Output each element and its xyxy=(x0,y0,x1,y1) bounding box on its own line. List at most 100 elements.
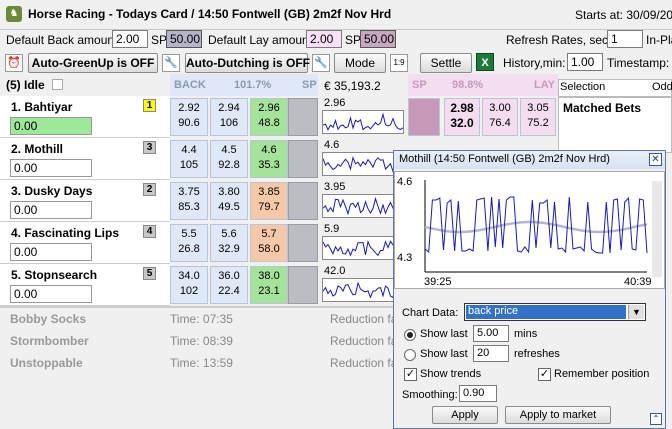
close-icon[interactable]: ✕ xyxy=(649,153,662,166)
lay-volume: 76.4 xyxy=(489,117,511,129)
back-price: 2.96 xyxy=(258,102,280,114)
price-line xyxy=(424,196,648,254)
excel-icon[interactable]: X xyxy=(476,53,494,71)
lay-price-cell[interactable]: 3.00 76.4 xyxy=(482,98,518,136)
lay-price: 3.00 xyxy=(489,102,511,114)
stake-input[interactable]: 0.00 xyxy=(10,201,92,219)
saddle-number: 5 xyxy=(143,267,156,280)
alarm-icon[interactable]: ⏰ xyxy=(5,54,23,72)
back-volume: 106 xyxy=(219,117,239,129)
nonrunner-name: Stormbomber xyxy=(10,334,89,348)
default-lay-sp-input[interactable]: 50.00 xyxy=(360,30,396,48)
last-traded: 5.9 xyxy=(324,223,340,235)
back-price-cell[interactable]: 2.92 90.6 xyxy=(170,98,208,136)
status-checkbox[interactable] xyxy=(52,79,63,90)
back-price-cell[interactable]: 3.75 85.3 xyxy=(170,182,208,220)
back-price-cell[interactable]: 38.0 23.1 xyxy=(250,266,288,304)
smoothing-input[interactable]: 0.90 xyxy=(459,385,497,402)
refreshes-label: refreshes xyxy=(514,348,560,360)
back-price: 5.7 xyxy=(261,228,277,240)
back-price-cell[interactable]: 4.4 105 xyxy=(170,140,208,178)
back-volume: 58.0 xyxy=(258,243,280,255)
show-last-mins-radio[interactable] xyxy=(404,329,416,341)
auto-greenup-button[interactable]: Auto-GreenUp is OFF xyxy=(28,53,158,73)
back-sp-cell[interactable] xyxy=(288,182,318,220)
runner-name: 2. Mothill xyxy=(11,142,63,156)
show-last-mins-input[interactable]: 5.00 xyxy=(473,325,509,342)
title-bar: ♞ Horse Racing - Todays Card / 14:50 Fon… xyxy=(0,0,672,30)
lay-price-cell[interactable]: 2.98 32.0 xyxy=(444,98,480,136)
show-last-refreshes-input[interactable]: 20 xyxy=(473,345,509,362)
back-price-cell[interactable]: 5.5 26.8 xyxy=(170,224,208,262)
back-sp-cell[interactable] xyxy=(288,266,318,304)
mode-button[interactable]: Mode xyxy=(334,53,386,73)
back-volume: 85.3 xyxy=(178,201,200,213)
back-price-cell[interactable]: 3.85 79.7 xyxy=(250,182,288,220)
apply-button[interactable]: Apply xyxy=(432,406,498,424)
back-price-cell[interactable]: 5.7 58.0 xyxy=(250,224,288,262)
back-price-cell[interactable]: 4.6 35.3 xyxy=(250,140,288,178)
show-trends-label: Show trends xyxy=(420,368,482,380)
lay-price: 2.98 xyxy=(450,101,474,115)
wrench-icon[interactable]: 🔧 xyxy=(162,54,180,72)
matched-bets-title: Matched Bets xyxy=(563,101,642,115)
back-price-cell[interactable]: 4.5 92.8 xyxy=(210,140,248,178)
history-input[interactable]: 1.00 xyxy=(567,53,603,71)
back-price-cell[interactable]: 2.96 48.8 xyxy=(250,98,288,136)
default-lay-input[interactable]: 2.00 xyxy=(306,30,342,48)
stake-input[interactable]: 0.00 xyxy=(10,117,92,135)
back-price-cell[interactable]: 3.80 49.5 xyxy=(210,182,248,220)
back-volume: 102 xyxy=(179,285,199,297)
refresh-input[interactable]: 1 xyxy=(607,30,643,48)
back-price: 2.92 xyxy=(178,102,200,114)
back-price-cell[interactable]: 34.0 102 xyxy=(170,266,208,304)
back-price: 36.0 xyxy=(218,270,240,282)
saddle-number: 4 xyxy=(143,225,156,238)
lay-sp-cell[interactable] xyxy=(408,98,440,136)
back-sp-cell[interactable] xyxy=(288,140,318,178)
horse-icon: ♞ xyxy=(6,6,22,22)
lay-volume: 32.0 xyxy=(450,116,474,130)
back-sp-cell[interactable] xyxy=(288,224,318,262)
default-back-input[interactable]: 2.00 xyxy=(112,30,148,48)
settle-button[interactable]: Settle xyxy=(420,53,472,73)
stake-input[interactable]: 0.00 xyxy=(10,243,92,261)
back-volume: 90.6 xyxy=(178,117,200,129)
show-trends-checkbox[interactable]: ✓ xyxy=(404,368,417,381)
stake-input[interactable]: 0.00 xyxy=(10,159,92,177)
last-traded: 4.6 xyxy=(324,139,340,151)
auto-dutching-button[interactable]: Auto-Dutching is OFF xyxy=(185,53,310,73)
remember-position-label: Remember position xyxy=(554,368,650,380)
chevron-down-icon[interactable]: ▼ xyxy=(628,305,644,319)
lay-price-cell[interactable]: 3.05 75.2 xyxy=(520,98,556,136)
back-sp-cell[interactable] xyxy=(288,98,318,136)
back-volume: 32.9 xyxy=(218,243,240,255)
selection-header: Selection xyxy=(560,81,606,93)
show-last-refreshes-radio[interactable] xyxy=(404,349,416,361)
popup-title: Mothill (14:50 Fontwell (GB) 2m2f Nov Hr… xyxy=(394,151,665,169)
nonrunner-time: Time: 13:59 xyxy=(170,356,233,370)
ladder-icon[interactable]: 1:9 xyxy=(390,54,408,72)
nonrunner-reduction: Reduction fa xyxy=(330,356,398,370)
price-sparkline xyxy=(322,236,404,260)
back-price-cell[interactable]: 2.94 106 xyxy=(210,98,248,136)
wrench-icon[interactable]: 🔧 xyxy=(312,54,330,72)
chart-data-label: Chart Data: xyxy=(402,307,459,319)
default-back-sp-input[interactable]: 50.00 xyxy=(166,30,202,48)
back-price: 5.5 xyxy=(181,228,197,240)
back-price-cell[interactable]: 36.0 22.4 xyxy=(210,266,248,304)
back-price: 4.5 xyxy=(221,144,237,156)
back-price: 3.75 xyxy=(178,186,200,198)
chart-popup: Mothill (14:50 Fontwell (GB) 2m2f Nov Hr… xyxy=(393,150,666,429)
apply-to-market-button[interactable]: Apply to market xyxy=(505,406,611,424)
stake-input[interactable]: 0.00 xyxy=(10,285,92,303)
remember-position-checkbox[interactable]: ✓ xyxy=(538,368,551,381)
back-price-cell[interactable]: 5.6 32.9 xyxy=(210,224,248,262)
collapse-icon[interactable]: ⌃ xyxy=(650,413,662,425)
chart-data-select[interactable]: back price ▼ xyxy=(464,303,646,321)
show-last-label-2: Show last xyxy=(420,348,468,360)
runner-name: 3. Dusky Days xyxy=(11,184,93,198)
history-label: History,min: xyxy=(503,56,566,70)
chart-scrollbar[interactable] xyxy=(652,181,662,277)
default-lay-label: Default Lay amount: xyxy=(208,33,316,47)
